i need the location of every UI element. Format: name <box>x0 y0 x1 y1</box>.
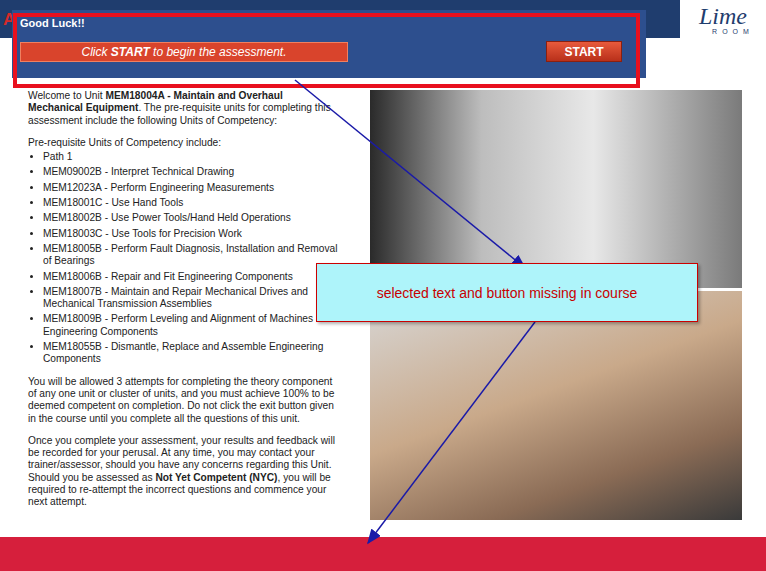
dialog-title: Good Luck!! <box>20 17 636 29</box>
prerequisites-heading: Pre-requisite Units of Competency includ… <box>28 137 340 149</box>
annotation-highlight <box>13 13 640 88</box>
student-photo <box>370 291 742 520</box>
prerequisite-item: MEM18007B - Maintain and Repair Mechanic… <box>43 286 340 311</box>
prerequisite-item: MEM09002B - Interpret Technical Drawing <box>43 166 340 178</box>
prerequisite-item: MEM18009B - Perform Leveling and Alignme… <box>43 313 340 338</box>
prerequisite-item: MEM18003C - Use Tools for Precision Work <box>43 228 340 240</box>
start-prompt: Click START to begin the assessment. <box>20 42 348 62</box>
assessment-text: Welcome to Unit MEM18004A - Maintain and… <box>28 90 340 537</box>
start-dialog: Good Luck!! Click START to begin the ass… <box>12 10 646 78</box>
start-button[interactable]: START <box>546 41 622 62</box>
course-page: A Lime ROOM Welcome to Unit MEM18004A - … <box>0 0 766 571</box>
intro-paragraph: Welcome to Unit MEM18004A - Maintain and… <box>28 90 340 127</box>
prerequisite-item: MEM18006B - Repair and Fit Engineering C… <box>43 271 340 283</box>
arrow-icon <box>368 322 535 543</box>
info-paragraph: You will be allowed 3 attempts for compl… <box>28 376 340 425</box>
info-paragraph: Once you complete your assessment, your … <box>28 435 340 509</box>
prerequisites-list: Path 1 MEM09002B - Interpret Technical Dr… <box>28 151 340 365</box>
footer-bar <box>0 537 766 571</box>
lime-room-logo: Lime ROOM <box>680 0 766 38</box>
prerequisite-item: MEM18005B - Perform Fault Diagnosis, Ins… <box>43 243 340 268</box>
prerequisite-item: Path 1 <box>43 151 340 163</box>
prerequisite-item: MEM18001C - Use Hand Tools <box>43 197 340 209</box>
arrow-icon <box>295 80 525 268</box>
prerequisite-item: MEM18055B - Dismantle, Replace and Assem… <box>43 341 340 366</box>
prerequisite-item: MEM12023A - Perform Engineering Measurem… <box>43 182 340 194</box>
prerequisite-item: MEM18002B - Use Power Tools/Hand Held Op… <box>43 212 340 224</box>
annotation-callout: selected text and button missing in cour… <box>316 263 698 322</box>
assessment-photo <box>370 90 742 288</box>
